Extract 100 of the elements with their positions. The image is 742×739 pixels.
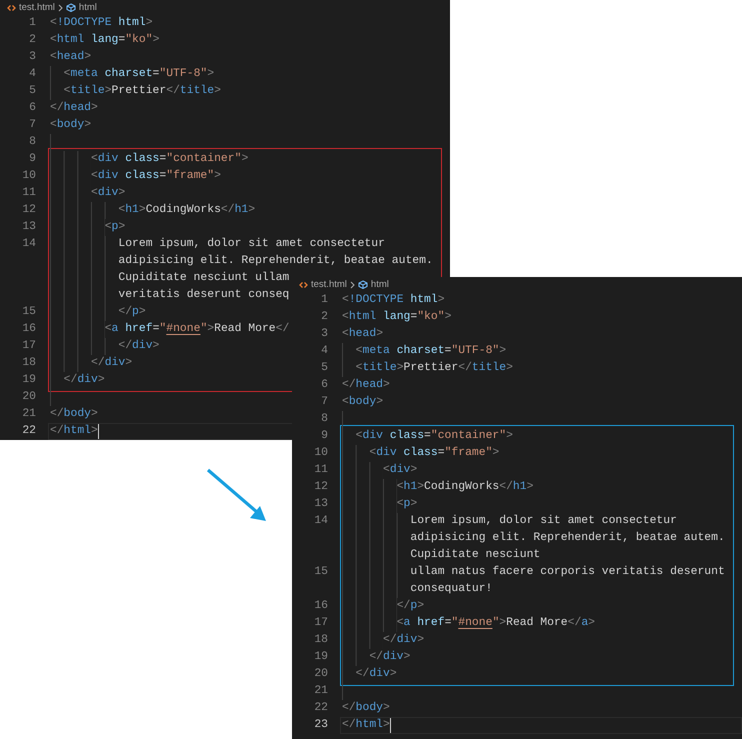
code-line: <meta charset="UTF-8"> bbox=[64, 66, 214, 82]
line-number: 2 bbox=[321, 311, 328, 323]
code-line: <html lang="ko"> bbox=[50, 32, 160, 48]
line-number: 4 bbox=[321, 345, 328, 357]
code-line: </p> bbox=[118, 304, 146, 320]
arrow bbox=[206, 468, 266, 521]
code-line: </div> bbox=[64, 372, 105, 388]
line-number: 13 bbox=[314, 498, 328, 510]
code-line: </head> bbox=[342, 378, 390, 393]
line-number: 19 bbox=[314, 651, 328, 663]
code-line: <body> bbox=[50, 118, 92, 133]
line-number: 9 bbox=[321, 430, 328, 442]
breadcrumb-file[interactable]: test.html bbox=[19, 2, 55, 13]
chevron-icon bbox=[58, 4, 63, 12]
code-line: Lorem ipsum, dolor sit amet consectetur bbox=[118, 236, 385, 252]
chevron-icon bbox=[350, 280, 355, 288]
line-number: 9 bbox=[29, 153, 36, 165]
code-line: <title>Prettier</title> bbox=[356, 360, 513, 376]
code-line: <a href="#none">Read More</ bbox=[104, 322, 290, 337]
code-line: adipisicing elit. Reprehenderit, beatae autem. bbox=[410, 530, 725, 546]
line-number: 20 bbox=[22, 391, 36, 403]
line-number: 5 bbox=[321, 362, 328, 374]
line-number: 15 bbox=[22, 306, 36, 318]
line-number: 8 bbox=[29, 136, 36, 148]
code-line: <head> bbox=[50, 50, 92, 65]
line-number: 7 bbox=[321, 396, 328, 408]
breadcrumb-file[interactable]: test.html bbox=[311, 279, 347, 290]
line-number: 7 bbox=[29, 119, 36, 131]
text-cursor bbox=[390, 718, 392, 733]
line-number: 10 bbox=[314, 447, 328, 459]
line-number: 17 bbox=[314, 617, 328, 629]
line-number: 5 bbox=[29, 85, 36, 97]
code-line: <p> bbox=[396, 497, 418, 512]
code-line: <div> bbox=[91, 186, 126, 201]
code-line: <div class="container"> bbox=[91, 152, 248, 167]
line-number: 11 bbox=[22, 187, 36, 199]
line-number: 23 bbox=[314, 719, 328, 731]
text-cursor bbox=[98, 424, 100, 439]
breadcrumb-symbol[interactable]: html bbox=[370, 279, 389, 290]
code-line: ullam natus facere corporis veritatis deserunt bbox=[410, 564, 725, 580]
line-number: 19 bbox=[22, 374, 36, 386]
code-line: </div> bbox=[369, 650, 410, 665]
line-number: 1 bbox=[29, 17, 36, 29]
code-line: consequatur! bbox=[410, 582, 492, 597]
line-number: 15 bbox=[314, 566, 328, 578]
code-line: </div> bbox=[118, 338, 160, 354]
line-number: 1 bbox=[321, 294, 328, 306]
code-line: </div> bbox=[91, 356, 132, 371]
code-line: <html lang="ko"> bbox=[342, 310, 452, 325]
line-number: 20 bbox=[314, 668, 328, 680]
line-number: 16 bbox=[22, 323, 36, 335]
line-number: 18 bbox=[314, 634, 328, 646]
line-number: 10 bbox=[22, 170, 36, 182]
code-line: veritatis deserunt conseq bbox=[118, 288, 290, 303]
code-line: Cupiditate nesciunt ullam bbox=[118, 270, 290, 286]
code-line: Cupiditate nesciunt bbox=[410, 548, 540, 563]
code-line: <h1>CodingWorks</h1> bbox=[396, 480, 534, 495]
code-line: <div class="container"> bbox=[356, 428, 513, 444]
line-number: 3 bbox=[321, 328, 328, 340]
line-number: 12 bbox=[314, 481, 328, 493]
line-number: 21 bbox=[314, 685, 328, 697]
cube-icon bbox=[358, 280, 368, 289]
code-line: <div> bbox=[383, 462, 418, 478]
line-number: 16 bbox=[314, 600, 328, 612]
line-number: 17 bbox=[22, 340, 36, 352]
code-line: </body> bbox=[342, 700, 390, 716]
code-line: <!DOCTYPE html> bbox=[50, 16, 153, 31]
code-line: <meta charset="UTF-8"> bbox=[356, 344, 506, 359]
line-number: 13 bbox=[22, 221, 36, 233]
code-line: <div class="frame"> bbox=[369, 446, 500, 461]
code-line: <p> bbox=[104, 220, 126, 235]
line-number: 14 bbox=[22, 238, 36, 250]
code-line: <body> bbox=[342, 394, 384, 410]
code-file-icon bbox=[299, 280, 308, 288]
line-number: 22 bbox=[22, 425, 36, 437]
code-line: </div> bbox=[383, 632, 424, 648]
line-number: 21 bbox=[22, 408, 36, 420]
line-number: 8 bbox=[321, 413, 328, 425]
code-line: <h1>CodingWorks</h1> bbox=[118, 202, 256, 218]
line-number: 6 bbox=[29, 102, 36, 114]
line-number: 18 bbox=[22, 357, 36, 369]
code-line: adipisicing elit. Reprehenderit, beatae autem. bbox=[118, 254, 433, 269]
line-number: 12 bbox=[22, 204, 36, 216]
code-line: </html> bbox=[50, 424, 98, 439]
code-line: </head> bbox=[50, 100, 98, 116]
line-number: 4 bbox=[29, 68, 36, 80]
cube-icon bbox=[66, 3, 76, 12]
code-line: </div> bbox=[356, 666, 397, 682]
code-file-icon bbox=[7, 4, 16, 12]
line-number: 11 bbox=[314, 464, 328, 476]
line-number: 2 bbox=[29, 34, 36, 46]
code-line: <head> bbox=[342, 326, 384, 342]
code-line: </body> bbox=[50, 406, 98, 422]
code-line: </p> bbox=[396, 598, 424, 614]
line-number: 6 bbox=[321, 379, 328, 391]
breadcrumb-symbol[interactable]: html bbox=[78, 2, 97, 13]
code-line: <div class="frame"> bbox=[91, 168, 221, 184]
line-number: 14 bbox=[314, 515, 328, 527]
code-line: Lorem ipsum, dolor sit amet consectetur bbox=[410, 514, 677, 529]
code-line: <title>Prettier</title> bbox=[64, 84, 221, 99]
